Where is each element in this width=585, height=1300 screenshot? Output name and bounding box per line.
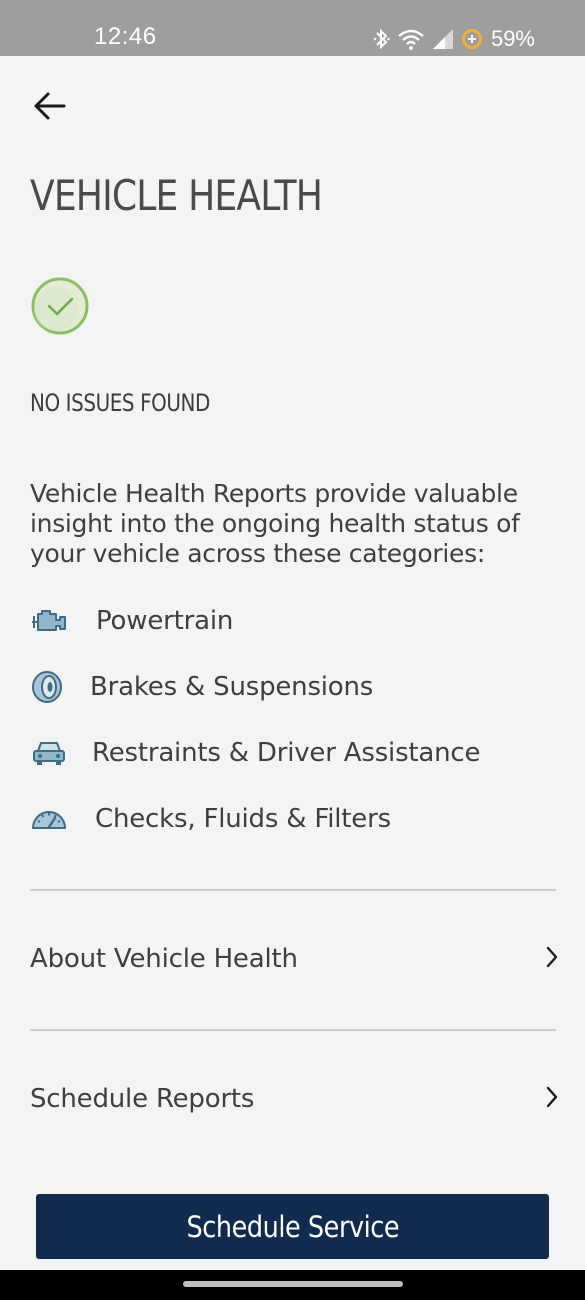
divider	[30, 1029, 556, 1031]
home-indicator[interactable]	[183, 1281, 403, 1287]
category-label: Restraints & Driver Assistance	[92, 738, 481, 768]
category-brakes: Brakes & Suspensions	[30, 667, 373, 707]
battery-percent: 59%	[490, 26, 535, 51]
chevron-right-icon	[544, 1085, 560, 1114]
schedule-service-button[interactable]: Schedule Service	[36, 1194, 549, 1259]
schedule-reports-row[interactable]: Schedule Reports	[30, 1069, 560, 1129]
bluetooth-icon	[373, 27, 391, 51]
check-circle-icon	[31, 277, 89, 335]
signal-icon	[431, 27, 455, 51]
schedule-reports-label: Schedule Reports	[30, 1084, 255, 1114]
page-title: VEHICLE HEALTH	[30, 171, 323, 220]
chevron-right-icon	[544, 945, 560, 974]
wifi-icon	[397, 27, 425, 51]
engine-icon	[30, 604, 70, 638]
tire-icon	[30, 670, 70, 704]
category-powertrain: Powertrain	[30, 601, 233, 641]
category-label: Brakes & Suspensions	[90, 672, 374, 702]
system-nav-bar	[0, 1270, 585, 1300]
back-button[interactable]	[30, 88, 70, 128]
category-checks: Checks, Fluids & Filters	[30, 799, 391, 839]
intro-text: Vehicle Health Reports provide valuable …	[30, 479, 520, 568]
about-vehicle-health-label: About Vehicle Health	[30, 944, 298, 974]
car-icon	[30, 736, 70, 770]
status-icons: 59%	[373, 24, 535, 54]
gauge-icon	[30, 802, 70, 836]
status-time: 12:46	[94, 23, 157, 50]
status-text: NO ISSUES FOUND	[30, 389, 210, 417]
arrow-left-icon	[33, 91, 67, 126]
category-label: Checks, Fluids & Filters	[95, 804, 391, 834]
battery-saver-icon	[461, 28, 483, 50]
category-restraints: Restraints & Driver Assistance	[30, 733, 481, 773]
schedule-service-label: Schedule Service	[186, 1209, 399, 1244]
divider	[30, 889, 556, 891]
category-label: Powertrain	[96, 606, 234, 636]
status-bar: 12:46 59%	[0, 0, 585, 56]
about-vehicle-health-row[interactable]: About Vehicle Health	[30, 929, 560, 989]
